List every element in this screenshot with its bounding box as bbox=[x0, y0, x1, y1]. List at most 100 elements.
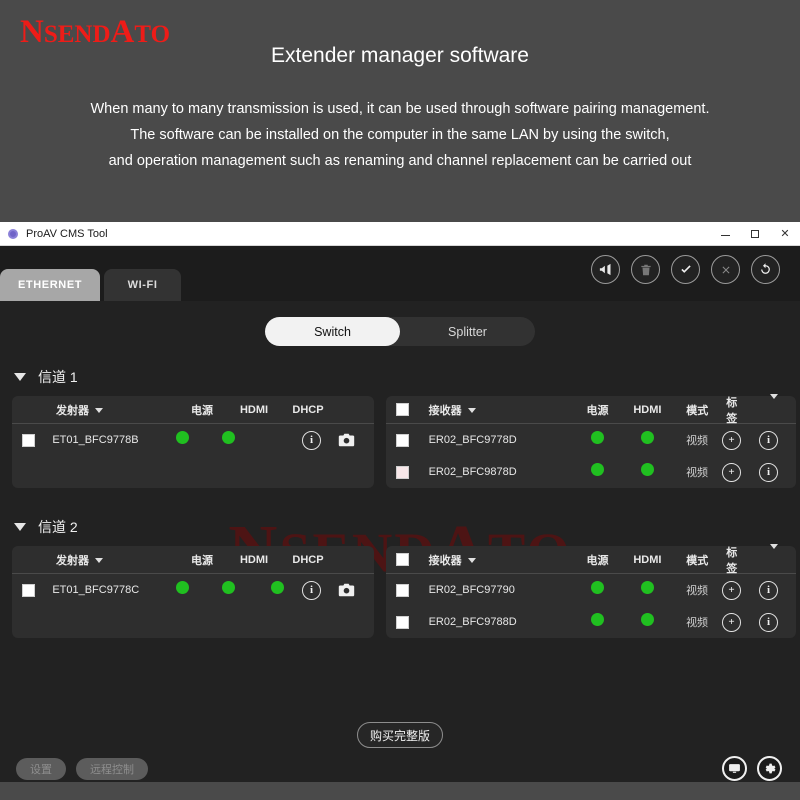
promo-banner: NSENDATO Extender manager software When … bbox=[0, 0, 800, 222]
status-dot-green bbox=[176, 431, 189, 444]
mode-option-splitter[interactable]: Splitter bbox=[400, 317, 535, 346]
sort-caret-icon[interactable] bbox=[95, 408, 103, 414]
footer-left-buttons: 设置 远程控制 bbox=[16, 758, 148, 780]
select-all-checkbox[interactable] bbox=[396, 553, 409, 566]
status-dot-green bbox=[222, 581, 236, 594]
info-icon[interactable]: i bbox=[302, 580, 321, 600]
settings-button[interactable]: 设置 bbox=[16, 758, 66, 780]
camera-icon[interactable] bbox=[337, 431, 356, 450]
receiver-mode: 视频 bbox=[686, 585, 709, 597]
channel-header[interactable]: 信道 2 bbox=[0, 514, 800, 540]
row-checkbox[interactable] bbox=[396, 615, 409, 629]
receiver-name: ER02_BFC9778D bbox=[428, 434, 517, 446]
minimize-button[interactable] bbox=[710, 222, 740, 246]
sort-caret-icon[interactable] bbox=[770, 543, 779, 549]
column-header-hdmi: HDMI bbox=[239, 553, 269, 566]
info-icon[interactable]: i bbox=[759, 580, 778, 600]
column-header-dhcp: DHCP bbox=[292, 553, 324, 566]
sort-caret-icon[interactable] bbox=[467, 408, 476, 414]
status-dot-green bbox=[590, 581, 604, 594]
camera-icon[interactable] bbox=[337, 581, 356, 600]
sort-caret-icon[interactable] bbox=[95, 558, 103, 564]
status-dot-green bbox=[640, 463, 654, 476]
info-icon[interactable]: i bbox=[759, 612, 778, 632]
status-dot-green bbox=[640, 431, 654, 444]
row-checkbox[interactable] bbox=[22, 433, 35, 447]
chevron-down-icon[interactable] bbox=[14, 523, 26, 531]
monitor-icon[interactable] bbox=[722, 756, 747, 781]
plus-icon[interactable]: + bbox=[722, 462, 741, 482]
power-status bbox=[572, 581, 622, 599]
receiver-table-header: 接收器 电源 HDMI 模式 标签 bbox=[386, 543, 796, 576]
table-row[interactable]: ER02_BFC9778D 视频 + i bbox=[386, 424, 796, 456]
promo-line-1: When many to many transmission is used, … bbox=[90, 101, 710, 117]
hdmi-status bbox=[622, 581, 672, 599]
column-header-receiver[interactable]: 接收器 bbox=[429, 552, 573, 568]
chevron-down-icon[interactable] bbox=[14, 373, 26, 381]
column-label: 接收器 bbox=[428, 554, 462, 567]
broadcast-icon[interactable] bbox=[591, 255, 620, 284]
column-header-receiver[interactable]: 接收器 bbox=[429, 402, 573, 418]
select-all-checkbox[interactable] bbox=[396, 403, 409, 416]
dhcp-status bbox=[252, 581, 302, 599]
dhcp-status bbox=[252, 431, 302, 449]
tab-ethernet[interactable]: ETHERNET bbox=[0, 269, 101, 301]
receiver-mode: 视频 bbox=[686, 467, 709, 479]
status-dot-green bbox=[222, 431, 236, 444]
gear-icon[interactable] bbox=[757, 756, 782, 781]
window-controls: ✕ bbox=[710, 222, 800, 246]
info-icon[interactable]: i bbox=[302, 430, 321, 450]
row-checkbox[interactable] bbox=[396, 583, 409, 597]
remote-control-button[interactable]: 远程控制 bbox=[76, 758, 148, 780]
column-header-tag[interactable]: 标签 bbox=[722, 393, 786, 426]
maximize-button[interactable] bbox=[740, 222, 770, 246]
mode-switch: Switch Splitter bbox=[265, 317, 535, 346]
sort-caret-icon[interactable] bbox=[770, 393, 779, 399]
transmitter-panel: 发射器 电源 HDMI DHCP ET01_BFC9778C i bbox=[12, 546, 374, 638]
receiver-mode: 视频 bbox=[686, 617, 709, 629]
row-checkbox[interactable] bbox=[22, 583, 35, 597]
plus-icon[interactable]: + bbox=[722, 580, 741, 600]
receiver-name: ER02_BFC97790 bbox=[428, 584, 515, 596]
table-row[interactable]: ET01_BFC9778C i bbox=[12, 574, 374, 606]
footer-right-icons bbox=[722, 756, 782, 781]
mode-option-switch[interactable]: Switch bbox=[265, 317, 400, 346]
info-icon[interactable]: i bbox=[759, 430, 778, 450]
trash-icon[interactable] bbox=[631, 255, 660, 284]
receiver-name: ER02_BFC9878D bbox=[428, 466, 517, 478]
sort-caret-icon[interactable] bbox=[467, 558, 476, 564]
window-title: ProAV CMS Tool bbox=[26, 227, 108, 240]
transmitter-name: ET01_BFC9778C bbox=[52, 584, 140, 596]
buy-full-version-button[interactable]: 购买完整版 bbox=[357, 722, 443, 748]
column-label: 标签 bbox=[726, 546, 738, 575]
table-row[interactable]: ER02_BFC97790 视频 + i bbox=[386, 574, 796, 606]
window-titlebar: ProAV CMS Tool ✕ bbox=[0, 222, 800, 246]
status-dot-green bbox=[270, 581, 284, 594]
table-row[interactable]: ET01_BFC9778B i bbox=[12, 424, 374, 456]
tab-wifi[interactable]: WI-FI bbox=[104, 269, 182, 301]
check-icon[interactable] bbox=[671, 255, 700, 284]
status-dot-green bbox=[640, 613, 654, 626]
column-header-tag[interactable]: 标签 bbox=[722, 543, 786, 576]
channel-header[interactable]: 信道 1 bbox=[0, 364, 800, 390]
table-row[interactable]: ER02_BFC9878D 视频 + i bbox=[386, 456, 796, 488]
column-header-dhcp: DHCP bbox=[292, 403, 324, 416]
status-bar bbox=[0, 782, 800, 800]
close-x-icon[interactable] bbox=[711, 255, 740, 284]
status-dot-green bbox=[176, 581, 189, 594]
column-header-transmitter[interactable]: 发射器 bbox=[56, 552, 176, 568]
row-checkbox[interactable] bbox=[396, 465, 409, 479]
close-button[interactable]: ✕ bbox=[770, 222, 800, 246]
column-header-transmitter[interactable]: 发射器 bbox=[56, 402, 176, 418]
plus-icon[interactable]: + bbox=[722, 430, 741, 450]
table-row[interactable]: ER02_BFC9788D 视频 + i bbox=[386, 606, 796, 638]
row-checkbox[interactable] bbox=[396, 433, 409, 447]
hdmi-status bbox=[206, 581, 252, 599]
refresh-icon[interactable] bbox=[751, 255, 780, 284]
column-header-hdmi: HDMI bbox=[633, 403, 662, 416]
info-icon[interactable]: i bbox=[759, 462, 778, 482]
status-dot-off bbox=[271, 431, 284, 444]
hdmi-status bbox=[622, 431, 672, 449]
plus-icon[interactable]: + bbox=[722, 612, 741, 632]
channel-row: 发射器 电源 HDMI DHCP ET01_BFC9778C i 接收器 电源 … bbox=[0, 543, 800, 638]
